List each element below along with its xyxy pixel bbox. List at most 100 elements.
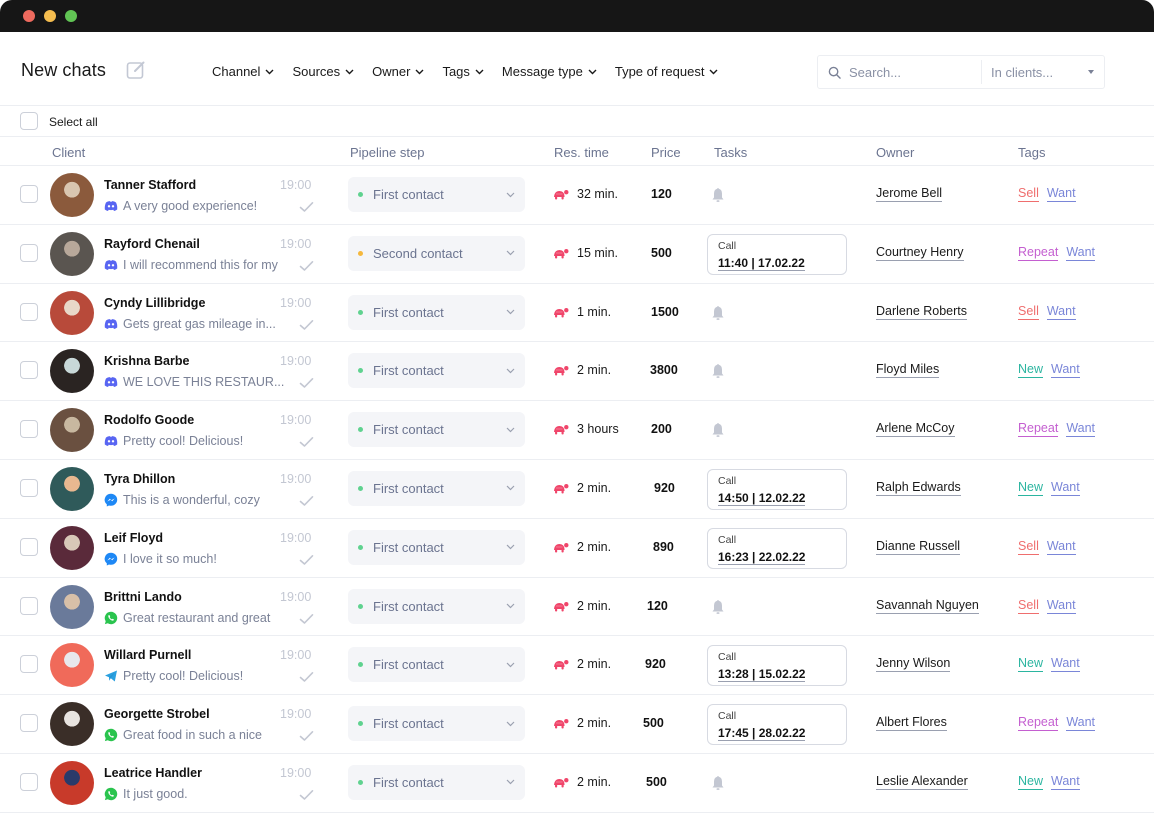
tag-want[interactable]: Want bbox=[1066, 421, 1096, 438]
tag-want[interactable]: Want bbox=[1046, 304, 1076, 320]
tag-want[interactable]: Want bbox=[1051, 774, 1080, 790]
filter-type-of-request[interactable]: Type of request bbox=[615, 64, 719, 79]
pipeline-step-select[interactable]: First contact bbox=[348, 177, 525, 212]
row-checkbox[interactable] bbox=[20, 714, 38, 733]
table-row[interactable]: Krishna Barbe 19:00 WE LOVE THIS RESTAUR… bbox=[0, 342, 1154, 402]
avatar[interactable] bbox=[50, 349, 94, 394]
tag-sell[interactable]: Sell bbox=[1018, 539, 1039, 555]
owner-link[interactable]: Jerome Bell bbox=[876, 186, 942, 202]
filter-owner[interactable]: Owner bbox=[372, 64, 424, 79]
client-name[interactable]: Tanner Stafford bbox=[104, 178, 196, 192]
task-card[interactable]: Call 11:40 | 17.02.22 bbox=[707, 233, 847, 275]
tag-want[interactable]: Want bbox=[1046, 539, 1076, 555]
owner-link[interactable]: Leslie Alexander bbox=[876, 774, 968, 790]
tag-repeat[interactable]: Repeat bbox=[1018, 245, 1059, 261]
avatar[interactable] bbox=[50, 466, 94, 511]
owner-link[interactable]: Darlene Roberts bbox=[876, 304, 968, 320]
tag-new[interactable]: New bbox=[1018, 774, 1044, 790]
row-checkbox[interactable] bbox=[20, 772, 38, 791]
table-row[interactable]: Brittni Lando 19:00 Great restaurant and… bbox=[0, 578, 1154, 637]
close-window-button[interactable] bbox=[23, 10, 35, 22]
task-card[interactable]: Call 14:50 | 12.02.22 bbox=[707, 468, 847, 510]
table-row[interactable]: Georgette Strobel 19:00 Great food in su… bbox=[0, 695, 1154, 754]
row-checkbox[interactable] bbox=[20, 478, 38, 497]
tag-want[interactable]: Want bbox=[1051, 362, 1080, 379]
table-row[interactable]: Rayford Chenail 19:00 I will recommend t… bbox=[0, 225, 1154, 284]
pipeline-step-select[interactable]: First contact bbox=[348, 353, 525, 389]
client-name[interactable]: Leatrice Handler bbox=[104, 766, 202, 780]
search-scope-select[interactable]: In clients... bbox=[982, 65, 1104, 80]
bell-icon[interactable] bbox=[711, 422, 725, 438]
tag-want[interactable]: Want bbox=[1066, 245, 1096, 261]
avatar[interactable] bbox=[50, 290, 94, 335]
task-card[interactable]: Call 13:28 | 15.02.22 bbox=[707, 645, 847, 687]
row-checkbox[interactable] bbox=[20, 361, 38, 380]
tag-new[interactable]: New bbox=[1018, 656, 1044, 673]
table-row[interactable]: Tyra Dhillon 19:00 This is a wonderful, … bbox=[0, 460, 1154, 519]
pipeline-step-select[interactable]: First contact bbox=[348, 706, 525, 742]
row-checkbox[interactable] bbox=[20, 302, 38, 321]
pipeline-step-select[interactable]: Second contact bbox=[348, 235, 525, 271]
tag-sell[interactable]: Sell bbox=[1018, 304, 1039, 320]
column-header-tags[interactable]: Tags bbox=[1018, 145, 1045, 160]
tag-sell[interactable]: Sell bbox=[1018, 186, 1039, 202]
client-name[interactable]: Brittni Lando bbox=[104, 590, 182, 604]
table-row[interactable]: Rodolfo Goode 19:00 Pretty cool! Delicio… bbox=[0, 401, 1154, 460]
tag-new[interactable]: New bbox=[1018, 362, 1044, 379]
avatar[interactable] bbox=[50, 525, 94, 570]
owner-link[interactable]: Courtney Henry bbox=[876, 245, 964, 261]
table-row[interactable]: Tanner Stafford 19:00 A very good experi… bbox=[0, 166, 1154, 225]
column-header-price[interactable]: Price bbox=[651, 145, 681, 160]
pipeline-step-select[interactable]: First contact bbox=[348, 588, 525, 624]
table-row[interactable]: Cyndy Lillibridge 19:00 Gets great gas m… bbox=[0, 284, 1154, 343]
filter-tags[interactable]: Tags bbox=[442, 64, 484, 79]
bell-icon[interactable] bbox=[711, 599, 725, 615]
tag-sell[interactable]: Sell bbox=[1018, 598, 1039, 614]
tag-want[interactable]: Want bbox=[1046, 598, 1076, 614]
bell-icon[interactable] bbox=[711, 187, 725, 203]
filter-message-type[interactable]: Message type bbox=[502, 64, 597, 79]
avatar[interactable] bbox=[50, 760, 94, 805]
client-name[interactable]: Cyndy Lillibridge bbox=[104, 296, 205, 310]
pipeline-step-select[interactable]: First contact bbox=[348, 412, 525, 448]
column-header-tasks[interactable]: Tasks bbox=[714, 145, 747, 160]
row-checkbox[interactable] bbox=[20, 537, 38, 556]
client-name[interactable]: Leif Floyd bbox=[104, 531, 163, 545]
owner-link[interactable]: Floyd Miles bbox=[876, 362, 940, 379]
avatar[interactable] bbox=[50, 643, 94, 688]
client-name[interactable]: Rayford Chenail bbox=[104, 237, 200, 251]
tag-want[interactable]: Want bbox=[1051, 480, 1080, 496]
tag-repeat[interactable]: Repeat bbox=[1018, 421, 1059, 438]
task-card[interactable]: Call 16:23 | 22.02.22 bbox=[707, 527, 847, 569]
task-card[interactable]: Call 17:45 | 28.02.22 bbox=[707, 704, 847, 746]
owner-link[interactable]: Arlene McCoy bbox=[876, 421, 955, 438]
bell-icon[interactable] bbox=[711, 775, 725, 791]
avatar[interactable] bbox=[50, 173, 94, 217]
tag-want[interactable]: Want bbox=[1066, 715, 1096, 732]
row-checkbox[interactable] bbox=[20, 243, 38, 262]
row-checkbox[interactable] bbox=[20, 185, 38, 203]
row-checkbox[interactable] bbox=[20, 655, 38, 674]
filter-channel[interactable]: Channel bbox=[212, 64, 274, 79]
table-row[interactable]: Willard Purnell 19:00 Pretty cool! Delic… bbox=[0, 636, 1154, 696]
pipeline-step-select[interactable]: First contact bbox=[348, 470, 525, 506]
tag-want[interactable]: Want bbox=[1046, 186, 1076, 202]
owner-link[interactable]: Savannah Nguyen bbox=[876, 598, 979, 614]
avatar[interactable] bbox=[50, 584, 94, 629]
bell-icon[interactable] bbox=[711, 363, 725, 379]
owner-link[interactable]: Ralph Edwards bbox=[876, 480, 961, 496]
avatar[interactable] bbox=[50, 408, 94, 453]
filter-sources[interactable]: Sources bbox=[292, 64, 354, 79]
avatar[interactable] bbox=[50, 702, 94, 747]
column-header-pipeline[interactable]: Pipeline step bbox=[350, 145, 424, 160]
table-row[interactable]: Leatrice Handler 19:00 It just good. Fir… bbox=[0, 754, 1154, 813]
select-all-checkbox[interactable] bbox=[20, 112, 38, 130]
pipeline-step-select[interactable]: First contact bbox=[348, 764, 525, 800]
client-name[interactable]: Georgette Strobel bbox=[104, 707, 210, 721]
pipeline-step-select[interactable]: First contact bbox=[348, 529, 525, 565]
tag-want[interactable]: Want bbox=[1051, 656, 1080, 673]
column-header-res-time[interactable]: Res. time bbox=[554, 145, 609, 160]
client-name[interactable]: Tyra Dhillon bbox=[104, 472, 175, 486]
column-header-owner[interactable]: Owner bbox=[876, 145, 914, 160]
bell-icon[interactable] bbox=[711, 305, 725, 321]
